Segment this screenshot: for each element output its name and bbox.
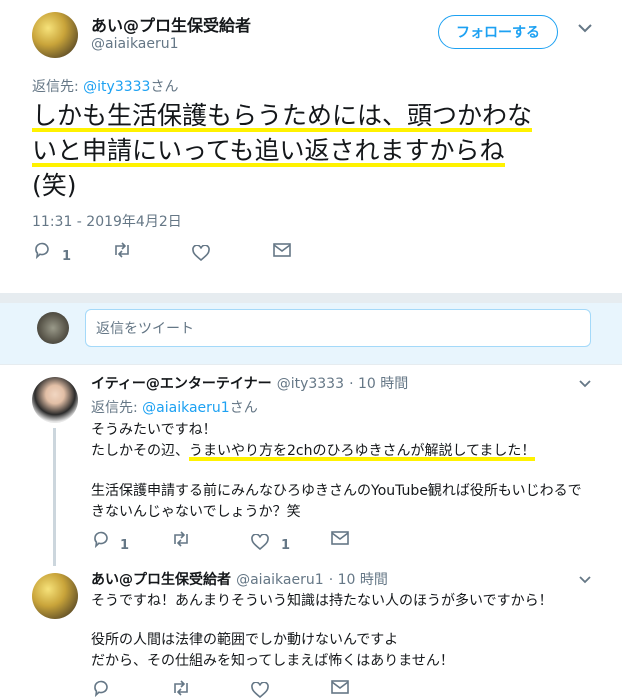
tweet-text-line-1: しかも生活保護もらうためには、頭つかわな xyxy=(32,101,533,132)
reply-time[interactable]: · 10 時間 xyxy=(349,376,408,392)
reply-text-highlight: うまいやり方を2chのひろゆきさんが解説してました！ xyxy=(189,443,536,461)
reply-to-suffix: さん xyxy=(150,79,179,95)
reply-time[interactable]: · 10 時間 xyxy=(329,572,388,588)
chevron-down-icon[interactable] xyxy=(579,376,591,392)
tweet-timestamp[interactable]: 11:31 - 2019年4月2日 xyxy=(32,211,182,231)
reply-author-name[interactable]: イティー@エンターテイナー xyxy=(91,376,272,392)
author-name[interactable]: あい@プロ生保受給者 xyxy=(91,12,251,36)
follow-button[interactable]: フォローする xyxy=(438,15,558,49)
message-icon[interactable] xyxy=(273,242,291,258)
tweet-text: しかも生活保護もらうためには、頭つかわな いと申請にいっても追い返されますからね… xyxy=(32,98,533,203)
reply-count: 1 xyxy=(62,249,72,264)
reply-text: そうですね！あんまりそういう知識は持たない人のほうが多いですから！ 役所の人間は… xyxy=(91,591,553,672)
reply-icon[interactable] xyxy=(92,530,110,548)
reply-icon[interactable] xyxy=(92,679,110,697)
reply-to-user-link[interactable]: @aiaikaeru1 xyxy=(142,400,230,416)
reply-to-line: 返信先: @ity3333さん xyxy=(32,76,178,96)
message-icon[interactable] xyxy=(331,679,349,695)
reply-text-line-2: たしかその辺、うまいやり方を2chのひろゆきさんが解説してました！ xyxy=(91,441,582,462)
retweet-icon[interactable] xyxy=(171,531,191,547)
chevron-down-icon[interactable] xyxy=(579,572,591,588)
reply-icon[interactable] xyxy=(33,241,51,259)
chevron-down-icon[interactable] xyxy=(578,21,592,37)
reply-avatar[interactable] xyxy=(32,573,78,619)
like-icon[interactable] xyxy=(251,534,269,550)
tweet-text-line-2: いと申請にいっても追い返されますからね xyxy=(32,136,505,167)
reply-text-line-1: そうみたいですね！ xyxy=(91,422,217,438)
reply-to-user-link[interactable]: @ity3333 xyxy=(83,79,150,95)
reply-text-gap xyxy=(91,462,582,481)
reply-text-line-3: だから、その仕組みを知ってしまえば怖くはありません！ xyxy=(91,653,454,669)
reply-author-handle[interactable]: @aiaikaeru1 xyxy=(236,572,324,588)
reply-author-handle[interactable]: @ity3333 xyxy=(277,376,344,392)
tweet-text-line-3: (笑) xyxy=(32,171,77,200)
reply-to-line: 返信先: @aiaikaeru1さん xyxy=(91,397,258,417)
reply-to-suffix: さん xyxy=(229,400,258,416)
reply-text-line-2: 役所の人間は法律の範囲でしか動けないんですよ xyxy=(91,632,399,648)
author-avatar[interactable] xyxy=(32,12,78,58)
like-count: 1 xyxy=(281,538,291,553)
reply-count: 1 xyxy=(120,538,130,553)
retweet-icon[interactable] xyxy=(171,680,191,696)
reply-author-name[interactable]: あい@プロ生保受給者 xyxy=(91,572,231,588)
reply-input[interactable]: 返信をツイート xyxy=(85,309,591,347)
reply-header: あい@プロ生保受給者 @aiaikaeru1 · 10 時間 xyxy=(91,569,388,589)
current-user-avatar xyxy=(37,312,69,344)
reply-to-prefix: 返信先: xyxy=(91,400,138,416)
reply-text-gap xyxy=(91,612,553,630)
reply-header: イティー@エンターテイナー @ity3333 · 10 時間 xyxy=(91,373,408,393)
reply-text-line-1: そうですね！あんまりそういう知識は持たない人のほうが多いですから！ xyxy=(91,593,553,609)
message-icon[interactable] xyxy=(331,530,349,546)
reply-text-line-2-start: たしかその辺、 xyxy=(91,443,189,459)
like-icon[interactable] xyxy=(192,245,210,261)
reply-text-line-4: きないんじゃないでしょうか？笑 xyxy=(91,504,301,520)
reply-to-prefix: 返信先: xyxy=(32,79,79,95)
like-icon[interactable] xyxy=(251,682,269,698)
reply-avatar[interactable] xyxy=(32,377,78,423)
thread-line xyxy=(53,428,56,566)
section-divider xyxy=(0,293,622,303)
reply-text-line-3: 生活保護申請する前にみんなひろゆきさんのYouTube観れば役所もいじわるで xyxy=(91,483,582,499)
compose-bottom-border xyxy=(0,364,622,365)
author-handle[interactable]: @aiaikaeru1 xyxy=(91,36,179,52)
reply-text: そうみたいですね！ たしかその辺、うまいやり方を2chのひろゆきさんが解説してま… xyxy=(91,420,582,523)
retweet-icon[interactable] xyxy=(112,242,132,258)
